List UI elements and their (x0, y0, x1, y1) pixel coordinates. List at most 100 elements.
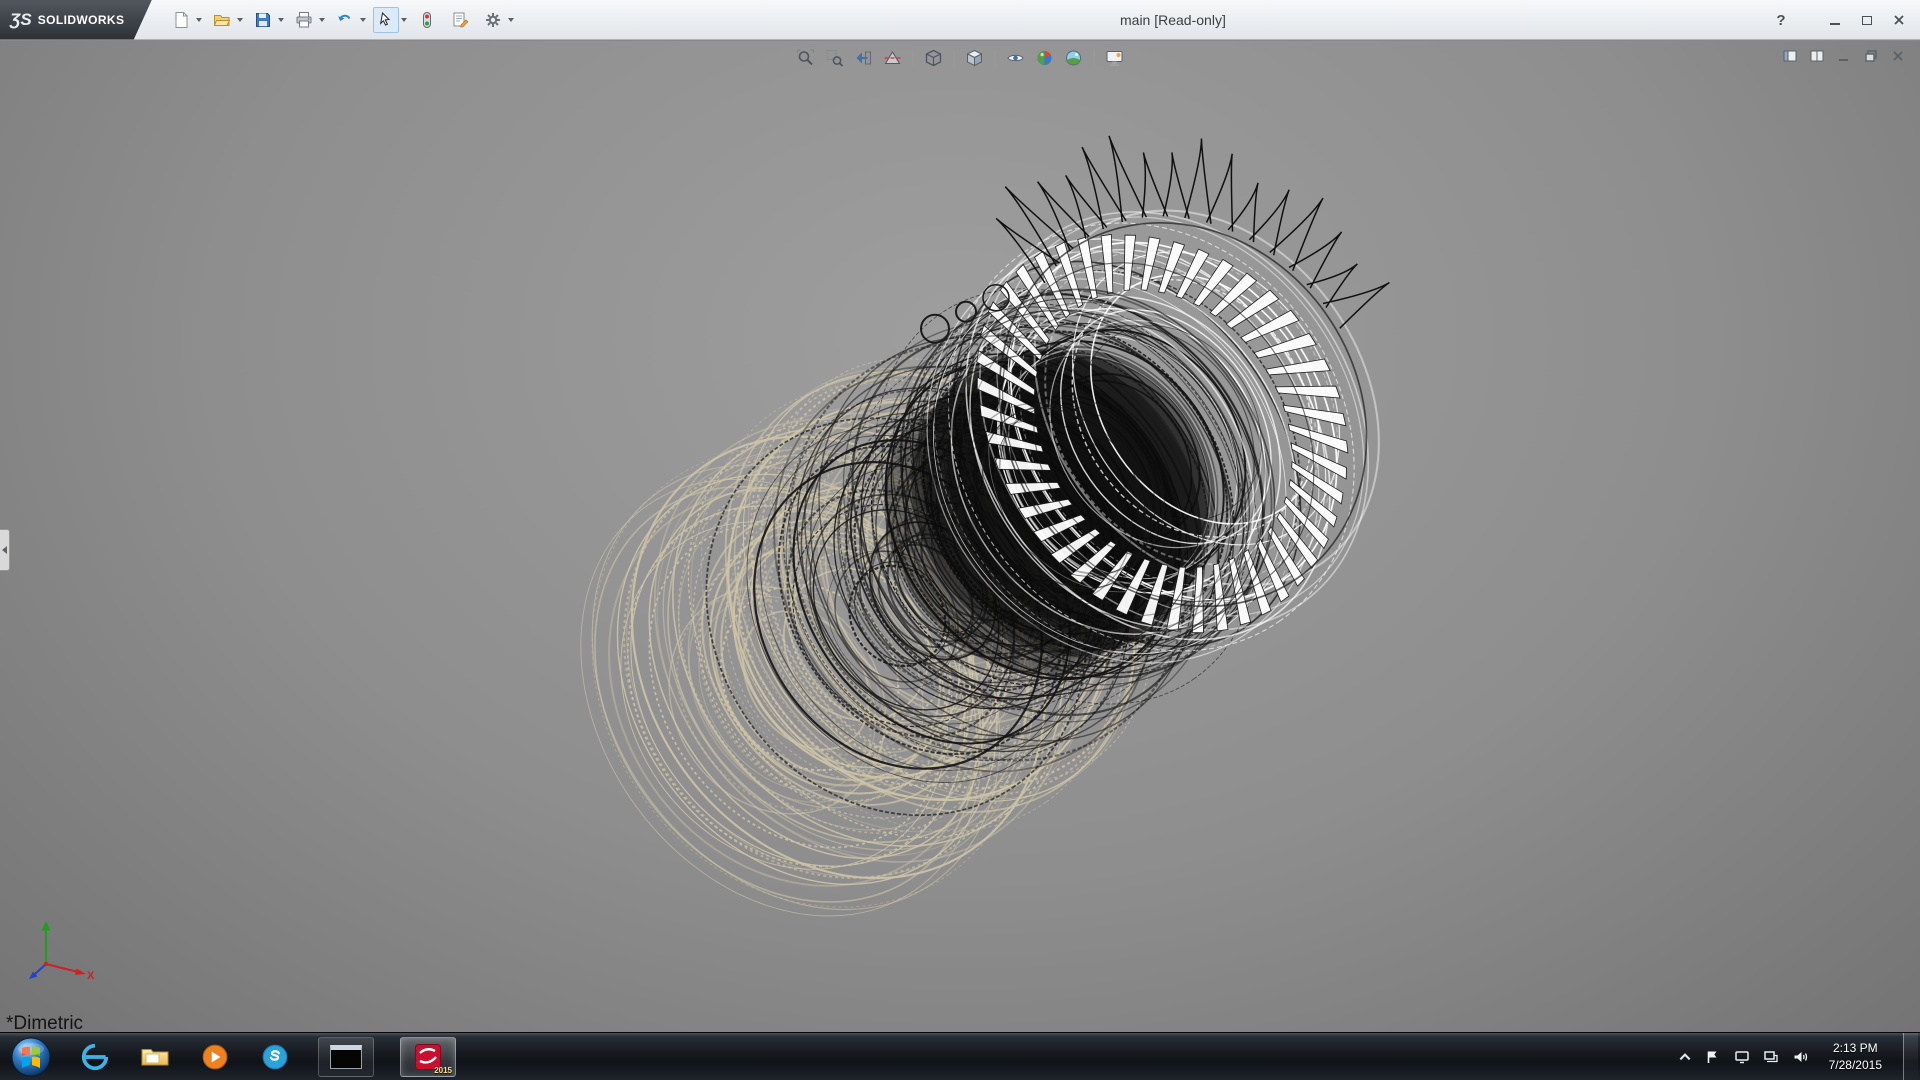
dropdown-caret-icon[interactable] (237, 18, 243, 22)
pane-split-icon (1809, 48, 1825, 64)
pane-left-button[interactable] (1780, 47, 1800, 65)
internet-explorer-icon[interactable] (78, 1040, 112, 1074)
apply-scene-button[interactable] (1062, 46, 1086, 70)
save-button[interactable] (250, 7, 276, 33)
media-player-icon[interactable] (198, 1040, 232, 1074)
maximize-button[interactable] (1854, 10, 1880, 30)
eye-icon (1006, 48, 1026, 68)
monitor-icon (1105, 48, 1125, 68)
view-settings-button[interactable] (1103, 46, 1127, 70)
dropdown-caret-icon[interactable] (401, 18, 407, 22)
section-view-icon (883, 48, 903, 68)
pane-left-icon (1782, 48, 1798, 64)
scene-sphere-icon (1064, 48, 1084, 68)
graphics-area[interactable]: X *Dimetric (0, 41, 1920, 1032)
help-button[interactable]: ? (1768, 10, 1794, 30)
section-view-button[interactable] (881, 46, 905, 70)
open-folder-icon (212, 10, 232, 30)
printer-icon (294, 10, 314, 30)
hide-show-items-button[interactable] (1004, 46, 1028, 70)
previous-view-icon (854, 48, 874, 68)
dropdown-caret-icon[interactable] (196, 18, 202, 22)
previous-view-button[interactable] (852, 46, 876, 70)
taskbar-clock[interactable]: 2:13 PM 7/28/2015 (1821, 1040, 1890, 1072)
system-tray: 2:13 PM 7/28/2015 (1678, 1033, 1920, 1080)
undo-arrow-icon (335, 10, 355, 30)
windows-explorer-icon[interactable] (138, 1040, 172, 1074)
flag-icon (1705, 1049, 1721, 1065)
expand-panel-arrow-icon (2, 546, 7, 554)
network-tray-button[interactable] (1763, 1049, 1779, 1065)
windows-start-icon (10, 1036, 52, 1078)
zoom-to-area-button[interactable] (823, 46, 847, 70)
new-document-icon (171, 10, 191, 30)
show-hidden-icons-button[interactable] (1678, 1050, 1692, 1064)
volume-tray-button[interactable] (1792, 1049, 1808, 1065)
command-prompt-taskbar-button[interactable] (318, 1037, 374, 1077)
close-icon (1893, 14, 1905, 26)
appearance-ball-icon (1035, 48, 1055, 68)
orientation-triad: X (24, 916, 98, 990)
close-document-button[interactable] (1888, 47, 1908, 65)
action-center-button[interactable] (1705, 1049, 1721, 1065)
open-button[interactable] (209, 7, 235, 33)
windows-taskbar: 2015 2:13 PM 7/28/2015 (0, 1032, 1920, 1080)
start-button[interactable] (10, 1036, 52, 1078)
solidworks-taskbar-button[interactable]: 2015 (400, 1037, 456, 1077)
view-orientation-label: *Dimetric (6, 1013, 83, 1032)
standard-toolbar (168, 7, 521, 33)
file-properties-button[interactable] (447, 7, 473, 33)
clock-time: 2:13 PM (1833, 1040, 1878, 1056)
toolbar-separator (954, 50, 955, 67)
window-controls: ? (1768, 0, 1912, 40)
restore-document-button[interactable] (1861, 47, 1881, 65)
blue-orb-icon (261, 1043, 289, 1071)
heads-up-toolbar (794, 46, 1127, 70)
close-button[interactable] (1886, 10, 1912, 30)
speaker-icon (1792, 1049, 1808, 1065)
display-style-button[interactable] (963, 46, 987, 70)
play-circle-icon (201, 1043, 229, 1071)
rebuild-button[interactable] (414, 7, 440, 33)
toolbar-separator (913, 50, 914, 67)
close-icon (1890, 48, 1906, 64)
dropdown-caret-icon[interactable] (319, 18, 325, 22)
feature-panel-collapsed-tab[interactable] (0, 529, 10, 571)
view-orientation-cube-icon (924, 48, 944, 68)
show-desktop-button[interactable] (1903, 1033, 1918, 1080)
minimize-icon (1830, 23, 1840, 25)
select-tool-button[interactable] (373, 7, 399, 33)
turbine-wireframe-model (0, 41, 1920, 1032)
brand-label: SOLIDWORKS (38, 13, 125, 27)
new-document-button[interactable] (168, 7, 194, 33)
minimize-button[interactable] (1822, 10, 1848, 30)
network-icon (1763, 1049, 1779, 1065)
display-tray-button[interactable] (1734, 1049, 1750, 1065)
display-style-cube-icon (965, 48, 985, 68)
dropdown-caret-icon[interactable] (278, 18, 284, 22)
print-button[interactable] (291, 7, 317, 33)
folder-icon (140, 1044, 170, 1070)
maximize-icon (1862, 16, 1872, 25)
round-blue-app-icon[interactable] (258, 1040, 292, 1074)
undo-button[interactable] (332, 7, 358, 33)
document-window-controls (1780, 47, 1908, 65)
dropdown-caret-icon[interactable] (508, 18, 514, 22)
restore-icon (1863, 48, 1879, 64)
dassault-3ds-icon: ƷS (10, 10, 32, 30)
gear-icon (483, 10, 503, 30)
clock-date: 7/28/2015 (1829, 1057, 1882, 1073)
edit-appearance-button[interactable] (1033, 46, 1057, 70)
minimize-document-button[interactable] (1834, 47, 1854, 65)
view-orientation-button[interactable] (922, 46, 946, 70)
display-icon (1734, 1049, 1750, 1065)
dropdown-caret-icon[interactable] (360, 18, 366, 22)
command-prompt-window-icon (330, 1045, 362, 1069)
zoom-to-fit-button[interactable] (794, 46, 818, 70)
options-button[interactable] (480, 7, 506, 33)
minimize-icon (1836, 48, 1852, 64)
window-title: main [Read-only] (1120, 0, 1226, 40)
solidworks-logo[interactable]: ƷS SOLIDWORKS (0, 0, 152, 40)
pane-split-button[interactable] (1807, 47, 1827, 65)
solidworks-version-badge: 2015 (434, 1066, 452, 1075)
